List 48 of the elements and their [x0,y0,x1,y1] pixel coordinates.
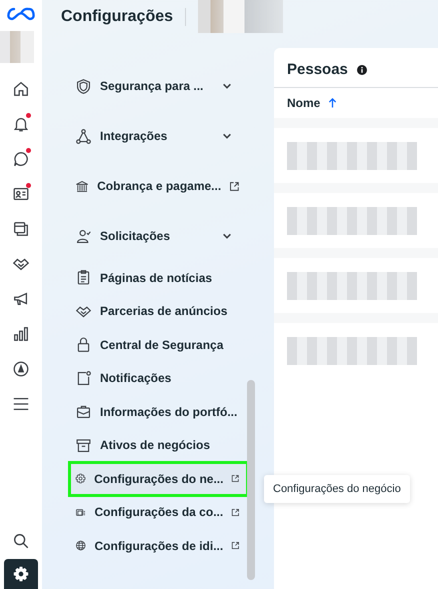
network-icon [75,128,92,144]
chevron-down-icon [222,231,232,241]
person-check-icon [75,228,92,244]
notification-icon [75,370,92,387]
archive-icon [75,436,92,454]
id-card-icon [12,185,30,203]
settings-menu-item[interactable]: Parcerias de anúncios [69,294,248,328]
house-icon [12,80,30,98]
search-icon [12,532,30,550]
notification-dot [26,148,31,153]
bell-icon [12,115,30,133]
megaphone-icon [12,290,30,308]
settings-icon [12,565,30,583]
blurred-avatar [0,31,34,63]
notification-dot [26,113,31,118]
shield-icon [75,78,92,94]
settings-menu-item[interactable]: Notificações [69,362,248,395]
settings-menu-item[interactable]: Configurações da co... [69,496,248,529]
chevron-down-icon [222,81,232,91]
name-column-header[interactable]: Nome [287,96,320,110]
notification-dot [26,183,31,188]
settings-menu-item[interactable]: Cobrança e pagame... [69,161,248,211]
settings-menu-item[interactable]: Segurança para ... [69,61,248,111]
settings-menu-item[interactable]: Informações do portfó... [69,395,248,428]
settings-menu-item[interactable]: Configurações do ne... [69,462,248,496]
settings-menu-item[interactable]: Páginas de notícias [69,261,248,294]
chevron-down-icon [222,131,232,141]
tooltip: Configurações do negócio [264,475,410,503]
infinity-logo-icon [7,7,35,21]
settings-menu-item[interactable]: Configurações de idi... [69,529,248,562]
settings-button[interactable] [4,559,38,589]
compass-icon [12,360,30,378]
info-icon [356,64,367,74]
clipboard-icon [75,269,92,286]
bar-chart-icon [12,325,30,343]
settings-menu-item[interactable]: Integrações [69,111,248,161]
menu-icon [12,395,30,413]
briefcase-icon [75,403,92,420]
page-title: Configurações [61,8,186,26]
external-link-icon [229,180,240,192]
scrollbar[interactable] [247,380,255,580]
settings-menu-item[interactable]: Ativos de negócios [69,428,248,462]
chat-bubble-icon [12,150,30,168]
settings-menu-item[interactable]: Central de Segurança [69,328,248,362]
settings-menu-item[interactable]: Solicitações [69,211,248,261]
panel-title: Pessoas [287,61,348,78]
layers-icon [12,220,30,238]
lock-icon [75,336,92,354]
